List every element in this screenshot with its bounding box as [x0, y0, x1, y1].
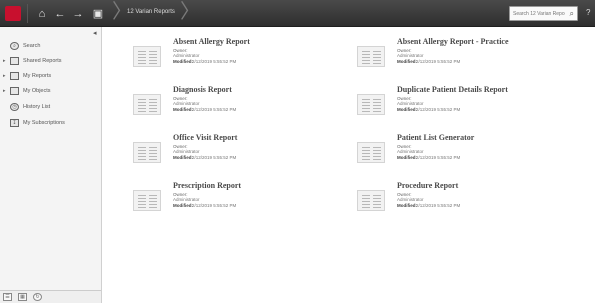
modified-value: 2/12/2019 5:55:52 PM [192, 155, 237, 160]
owner-value: Administrator [173, 101, 200, 106]
clock-icon: ◷ [10, 103, 19, 111]
modified-label: Modified: [173, 155, 193, 160]
report-tile[interactable]: Duplicate Patient Details Report Owner: Ad… [357, 85, 557, 123]
modified-value: 2/12/2019 5:55:52 PM [416, 155, 461, 160]
breadcrumb-separator-icon: 〉 [112, 1, 132, 23]
report-thumbnail-icon[interactable] [133, 142, 161, 163]
sidebar-item-label: Search [23, 43, 41, 49]
sidebar-item-label: History List [23, 104, 51, 110]
report-thumbnail-icon[interactable] [133, 46, 161, 67]
collapse-sidebar-icon[interactable]: ◂ [93, 29, 97, 37]
modified-value: 2/12/2019 5:55:52 PM [416, 203, 461, 208]
report-title[interactable]: Absent Allergy Report - Practice [397, 37, 509, 46]
expand-arrow-icon[interactable]: ▸ [3, 73, 6, 79]
report-thumbnail-icon[interactable] [357, 142, 385, 163]
report-tile[interactable]: Office Visit Report Owner: Administrator Mo… [133, 133, 333, 171]
help-button[interactable]: ? [586, 8, 590, 17]
folder-browse-icon[interactable]: ▣ [91, 7, 105, 21]
report-title[interactable]: Office Visit Report [173, 133, 237, 142]
report-title[interactable]: Diagnosis Report [173, 85, 232, 94]
breadcrumb-separator-icon: 〉 [180, 1, 200, 23]
owner-value: Administrator [397, 149, 424, 154]
sidebar-item-my-reports[interactable]: ▸ My Reports [0, 70, 100, 84]
modified-value: 2/12/2019 5:55:52 PM [192, 107, 237, 112]
report-title[interactable]: Duplicate Patient Details Report [397, 85, 508, 94]
back-arrow-icon[interactable]: ← [53, 7, 67, 21]
search-box[interactable]: ⌕ [509, 6, 578, 21]
report-thumbnail-icon[interactable] [133, 94, 161, 115]
sidebar: ◂ ⌕ Search ▸ Shared Reports ▸ My Reports… [0, 27, 102, 303]
folder-icon [10, 57, 19, 65]
owner-value: Administrator [173, 53, 200, 58]
report-thumbnail-icon[interactable] [357, 46, 385, 67]
report-title[interactable]: Patient List Generator [397, 133, 474, 142]
search-input[interactable] [513, 10, 565, 18]
list-view-icon[interactable]: ☰ [3, 293, 12, 301]
sidebar-item-history-list[interactable]: ◷ History List [0, 101, 100, 115]
toolbar-divider [27, 4, 28, 23]
modified-label: Modified: [173, 59, 193, 64]
modified-value: 2/12/2019 5:55:52 PM [416, 107, 461, 112]
sidebar-item-label: My Subscriptions [23, 120, 65, 126]
sidebar-item-my-objects[interactable]: ▸ My Objects [0, 85, 100, 99]
folder-icon [10, 72, 19, 80]
expand-arrow-icon[interactable]: ▸ [3, 58, 6, 64]
modified-label: Modified: [397, 107, 417, 112]
sidebar-item-label: My Objects [23, 88, 51, 94]
report-title[interactable]: Prescription Report [173, 181, 241, 190]
modified-label: Modified: [397, 203, 417, 208]
owner-value: Administrator [173, 197, 200, 202]
sidebar-item-label: My Reports [23, 73, 52, 79]
owner-value: Administrator [397, 197, 424, 202]
report-tile[interactable]: Prescription Report Owner: Administrator Mo… [133, 181, 333, 219]
sidebar-item-my-subscriptions[interactable]: ↧ My Subscriptions [0, 117, 100, 131]
modified-label: Modified: [397, 155, 417, 160]
top-toolbar: ⌂ ← → ▣ 〉 12 Varian Reports 〉 ⌕ ? [0, 0, 595, 27]
forward-arrow-icon[interactable]: → [71, 7, 85, 21]
sidebar-item-label: Shared Reports [23, 58, 62, 64]
report-tile[interactable]: Patient List Generator Owner: Administrato… [357, 133, 557, 171]
report-thumbnail-icon[interactable] [357, 190, 385, 211]
breadcrumb[interactable]: 12 Varian Reports [127, 9, 175, 15]
sidebar-item-shared-reports[interactable]: ▸ Shared Reports [0, 55, 100, 69]
report-tile[interactable]: Absent Allergy Report Owner: Administrator… [133, 37, 333, 75]
expand-arrow-icon[interactable]: ▸ [3, 88, 6, 94]
report-tile[interactable]: Diagnosis Report Owner: Administrator Modif… [133, 85, 333, 123]
view-mode-bar: ☰ ▦ ↻ [0, 290, 101, 303]
icon-view-icon[interactable]: ▦ [18, 293, 27, 301]
report-thumbnail-icon[interactable] [133, 190, 161, 211]
modified-label: Modified: [173, 203, 193, 208]
modified-label: Modified: [397, 59, 417, 64]
modified-value: 2/12/2019 5:55:52 PM [192, 203, 237, 208]
report-thumbnail-icon[interactable] [357, 94, 385, 115]
subscription-icon: ↧ [10, 119, 19, 127]
search-icon: ⌕ [10, 42, 19, 50]
report-title[interactable]: Absent Allergy Report [173, 37, 250, 46]
report-title[interactable]: Procedure Report [397, 181, 458, 190]
modified-value: 2/12/2019 5:55:52 PM [192, 59, 237, 64]
report-tile[interactable]: Procedure Report Owner: Administrator Modif… [357, 181, 557, 219]
owner-value: Administrator [173, 149, 200, 154]
modified-label: Modified: [173, 107, 193, 112]
refresh-icon[interactable]: ↻ [33, 293, 42, 301]
app-logo-icon[interactable] [5, 6, 21, 21]
folder-icon [10, 87, 19, 95]
search-icon[interactable]: ⌕ [570, 9, 574, 19]
modified-value: 2/12/2019 5:55:52 PM [416, 59, 461, 64]
report-tile[interactable]: Absent Allergy Report - Practice Owner: Ad… [357, 37, 557, 75]
owner-value: Administrator [397, 53, 424, 58]
owner-value: Administrator [397, 101, 424, 106]
home-icon[interactable]: ⌂ [35, 7, 49, 21]
sidebar-item-search[interactable]: ⌕ Search [0, 40, 100, 54]
